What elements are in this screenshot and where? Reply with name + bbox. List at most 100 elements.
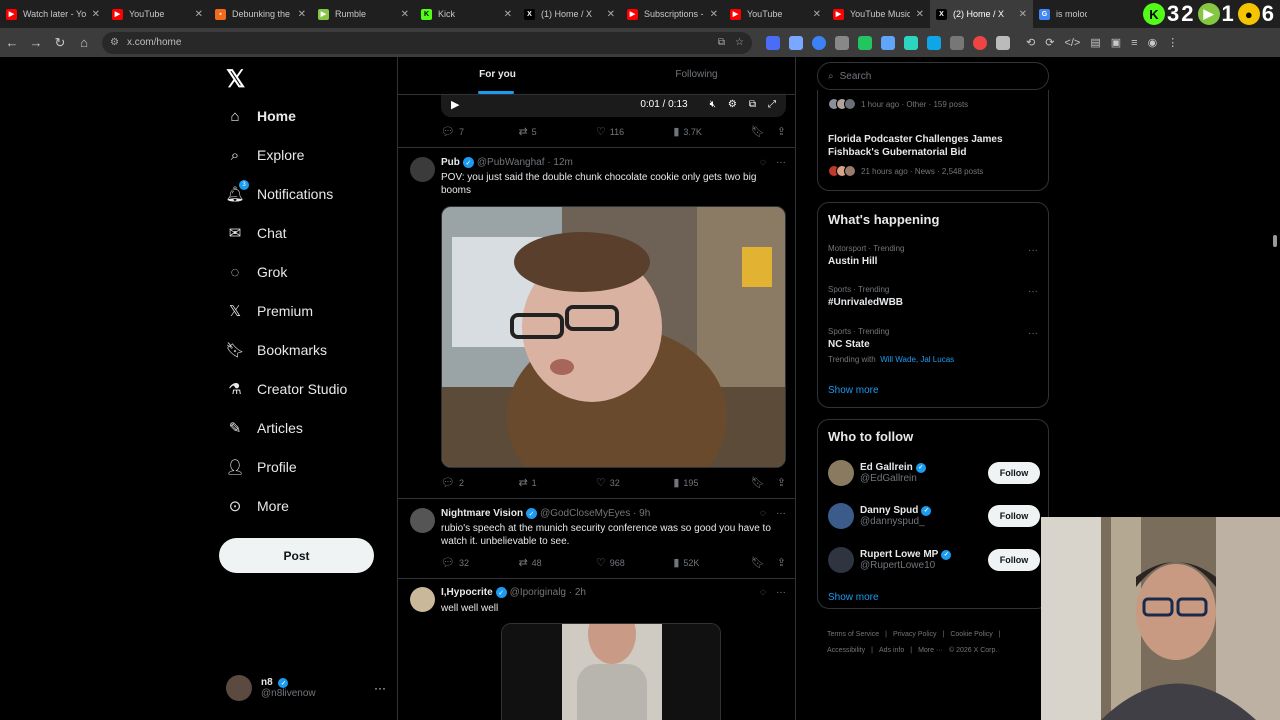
sidebar-icon[interactable]: ▤: [1090, 36, 1100, 49]
sync-icon[interactable]: ⟳: [1045, 36, 1054, 49]
star-icon[interactable]: ☆: [735, 37, 744, 48]
like-button[interactable]: ♡ 116: [596, 125, 673, 138]
views-button[interactable]: ▮ 195: [673, 476, 750, 489]
browser-tab[interactable]: ▶ YouTube ✕: [106, 0, 209, 28]
more-icon[interactable]: ···: [776, 587, 786, 598]
browser-tab-active[interactable]: X (2) Home / X ✕: [930, 0, 1033, 28]
footer-link[interactable]: More ···: [918, 647, 943, 654]
close-icon[interactable]: ✕: [401, 9, 409, 20]
close-icon[interactable]: ✕: [813, 9, 821, 20]
more-icon[interactable]: ···: [776, 157, 786, 168]
nav-chat[interactable]: ✉ Chat: [226, 218, 287, 248]
reply-button[interactable]: 💬︎ 7: [441, 125, 518, 138]
avatar[interactable]: [410, 587, 435, 612]
like-button[interactable]: ♡ 32: [596, 476, 673, 489]
extension-icon[interactable]: [789, 35, 803, 50]
repost-button[interactable]: ⇄ 1: [518, 476, 595, 489]
nav-grok[interactable]: ◌ Grok: [226, 257, 288, 287]
nav-profile[interactable]: 👤︎ Profile: [225, 452, 296, 482]
bookmark-icon[interactable]: 🔖︎: [751, 476, 765, 489]
follow-button[interactable]: Follow: [988, 549, 1040, 571]
fullscreen-icon[interactable]: ⤢: [768, 99, 776, 110]
grok-icon[interactable]: ◌: [760, 587, 766, 598]
extension-icon[interactable]: [950, 35, 964, 50]
trend-item[interactable]: Austin Hill: [828, 256, 877, 267]
browser-tab[interactable]: ▶ YouTube ✕: [724, 0, 827, 28]
post-button[interactable]: Post: [219, 538, 374, 573]
extension-icon[interactable]: [904, 35, 918, 50]
extension-icon[interactable]: [766, 35, 780, 50]
scrollbar-thumb[interactable]: [1273, 235, 1277, 247]
follow-button[interactable]: Follow: [988, 505, 1040, 527]
more-icon[interactable]: ···: [374, 681, 386, 695]
extension-icon[interactable]: [835, 35, 849, 50]
extension-icon[interactable]: [881, 35, 895, 50]
follow-suggestion[interactable]: Ed Gallrein ✓ @EdGallrein Follow: [828, 458, 1040, 488]
url-field[interactable]: ⚙ x.com/home ⧉ ☆: [102, 31, 752, 54]
avatar[interactable]: [410, 508, 435, 533]
account-switcher[interactable]: n8 ✓ @n8livenow ···: [226, 675, 386, 701]
browser-tab[interactable]: ▶ YouTube Music ✕: [827, 0, 930, 28]
show-more-link[interactable]: Show more: [828, 592, 879, 603]
mute-icon[interactable]: 🔇︎: [710, 99, 716, 110]
nav-home[interactable]: ⌂ Home: [226, 101, 295, 131]
menu-icon[interactable]: ⋮: [1167, 36, 1178, 49]
trend-item[interactable]: NC State: [828, 339, 870, 350]
share-icon[interactable]: ⇪: [777, 125, 786, 138]
follow-button[interactable]: Follow: [988, 462, 1040, 484]
footer-link[interactable]: Ads info: [879, 647, 904, 654]
tweet-image[interactable]: [501, 623, 721, 720]
follow-suggestion[interactable]: Danny Spud ✓ @dannyspud_ Follow: [828, 501, 1040, 531]
browser-tab[interactable]: Gis moloch: [1033, 0, 1093, 28]
more-icon[interactable]: ···: [776, 508, 786, 519]
browser-tab[interactable]: ▶ Watch later - Yo ✕: [0, 0, 106, 28]
show-more-link[interactable]: Show more: [828, 385, 879, 396]
home-browser-icon[interactable]: ⌂: [72, 31, 96, 55]
close-icon[interactable]: ✕: [916, 9, 924, 20]
tab-for-you[interactable]: For you: [398, 57, 597, 94]
search-input[interactable]: ⌕ Search: [817, 62, 1049, 90]
nav-articles[interactable]: ✎ Articles: [226, 413, 303, 443]
close-icon[interactable]: ✕: [607, 9, 615, 20]
browser-tab[interactable]: ▪ Debunking the ✕: [209, 0, 312, 28]
close-icon[interactable]: ✕: [504, 9, 512, 20]
browser-tab[interactable]: ▶ Rumble ✕: [312, 0, 415, 28]
forward-icon[interactable]: →: [24, 31, 48, 55]
account-icon[interactable]: ◉: [1148, 36, 1158, 49]
grok-icon[interactable]: ◌: [760, 508, 766, 519]
bookmark-icon[interactable]: 🔖︎: [751, 125, 765, 138]
back-icon[interactable]: ←: [0, 31, 24, 55]
more-icon[interactable]: ···: [1028, 286, 1038, 297]
share-icon[interactable]: ⇪: [777, 476, 786, 489]
extension-icon[interactable]: [927, 35, 941, 50]
more-icon[interactable]: ···: [1028, 245, 1038, 256]
footer-link[interactable]: Accessibility: [827, 647, 865, 654]
puzzle-icon[interactable]: [996, 35, 1010, 50]
views-button[interactable]: ▮ 52K: [673, 556, 750, 569]
follow-suggestion[interactable]: Rupert Lowe MP ✓ @RupertLowe10 Follow: [828, 545, 1040, 575]
settings-icon[interactable]: ⚙: [728, 99, 737, 110]
grok-icon[interactable]: ◌: [760, 157, 766, 168]
nav-bookmarks[interactable]: 🔖︎ Bookmarks: [225, 335, 327, 365]
trend-item[interactable]: #UnrivaledWBB: [828, 297, 903, 308]
news-item-title[interactable]: Florida Podcaster Challenges James Fishb…: [828, 133, 1038, 159]
repost-button[interactable]: ⇄ 5: [518, 125, 595, 138]
reply-button[interactable]: 💬︎ 32: [441, 556, 518, 569]
tweet-video[interactable]: [441, 206, 786, 468]
footer-link[interactable]: Terms of Service: [827, 631, 879, 638]
browser-tab[interactable]: ▶ Subscriptions - ✕: [621, 0, 724, 28]
cast-icon[interactable]: ≡: [1131, 37, 1137, 49]
devtools-icon[interactable]: </>: [1064, 37, 1080, 49]
more-icon[interactable]: ···: [1028, 328, 1038, 339]
profile-switch-icon[interactable]: ▣: [1111, 36, 1121, 49]
avatar[interactable]: [410, 157, 435, 182]
nav-premium[interactable]: 𝕏 Premium: [226, 296, 313, 326]
close-icon[interactable]: ✕: [92, 9, 100, 20]
reply-button[interactable]: 💬︎ 2: [441, 476, 518, 489]
share-icon[interactable]: ⇪: [777, 556, 786, 569]
extension-icon[interactable]: [858, 35, 872, 50]
close-icon[interactable]: ✕: [298, 9, 306, 20]
nav-creator-studio[interactable]: ⚗ Creator Studio: [226, 374, 347, 404]
reload-icon[interactable]: ↻: [48, 31, 72, 55]
x-logo-icon[interactable]: 𝕏: [226, 65, 245, 94]
